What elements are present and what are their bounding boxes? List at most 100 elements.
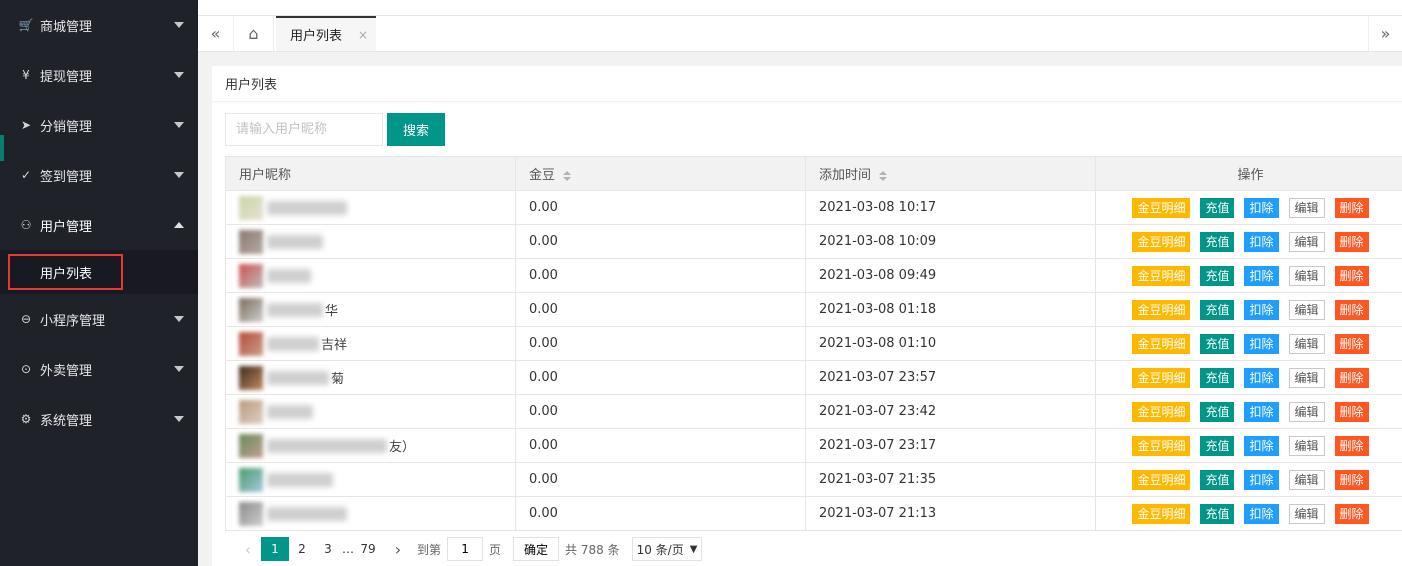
cell-gold: 0.00 (515, 190, 806, 225)
edit-button[interactable]: 编辑 (1288, 469, 1325, 490)
deduct-button[interactable]: 扣除 (1244, 197, 1279, 218)
gold-detail-button[interactable]: 金豆明细 (1132, 265, 1191, 286)
sidebar-item-6[interactable]: ⊙ 外卖管理 (0, 344, 198, 394)
sidebar-item-1[interactable]: ¥ 提现管理 (0, 50, 198, 100)
edit-button[interactable]: 编辑 (1288, 265, 1325, 286)
deduct-button[interactable]: 扣除 (1244, 367, 1279, 388)
blurred-nickname (267, 438, 387, 453)
sidebar-item-label: 签到管理 (40, 169, 93, 185)
deduct-button[interactable]: 扣除 (1244, 503, 1279, 524)
gold-detail-button[interactable]: 金豆明细 (1132, 197, 1191, 218)
goto-confirm-button[interactable]: 确定 (513, 537, 560, 561)
cell-nickname: 吉祥 (225, 326, 516, 361)
deduct-button[interactable]: 扣除 (1244, 401, 1279, 422)
edit-button[interactable]: 编辑 (1288, 333, 1325, 354)
delete-button[interactable]: 删除 (1334, 401, 1369, 422)
delete-button[interactable]: 删除 (1334, 299, 1369, 320)
edit-button[interactable]: 编辑 (1288, 231, 1325, 252)
sidebar-item-0[interactable]: 🛒 商城管理 (0, 0, 198, 50)
delete-button[interactable]: 删除 (1334, 503, 1369, 524)
sidebar-item-label: 用户管理 (40, 219, 93, 235)
deduct-button[interactable]: 扣除 (1244, 231, 1279, 252)
sidebar-item-7[interactable]: ⚙ 系统管理 (0, 394, 198, 444)
tab-scroll-left-icon[interactable]: « (198, 16, 234, 51)
edit-button[interactable]: 编辑 (1288, 197, 1325, 218)
deduct-button[interactable]: 扣除 (1244, 299, 1279, 320)
recharge-button[interactable]: 充值 (1200, 469, 1235, 490)
delete-button[interactable]: 删除 (1334, 367, 1369, 388)
recharge-button[interactable]: 充值 (1200, 401, 1235, 422)
avatar (239, 501, 263, 526)
recharge-button[interactable]: 充值 (1200, 197, 1235, 218)
page-last[interactable]: 79 (355, 537, 381, 561)
cell-added-time: 2021-03-07 21:35 (805, 462, 1096, 497)
submenu-item-user-list[interactable]: 用户列表 (8, 254, 123, 290)
sidebar-item-5[interactable]: ⊖ 小程序管理 (0, 294, 198, 344)
cell-added-time: 2021-03-08 10:09 (805, 224, 1096, 259)
avatar (239, 263, 263, 288)
tab-scroll-right-icon[interactable]: » (1368, 16, 1402, 51)
delete-button[interactable]: 删除 (1334, 435, 1369, 456)
recharge-button[interactable]: 充值 (1200, 231, 1235, 252)
page-2[interactable]: 2 (289, 537, 315, 561)
col-gold[interactable]: 金豆 (515, 156, 806, 191)
nickname-search-input[interactable] (225, 113, 383, 146)
recharge-button[interactable]: 充值 (1200, 265, 1235, 286)
deduct-button[interactable]: 扣除 (1244, 435, 1279, 456)
sidebar-item-label: 外卖管理 (40, 363, 93, 379)
cell-nickname: 友） (225, 428, 516, 463)
delete-button[interactable]: 删除 (1334, 197, 1369, 218)
edit-button[interactable]: 编辑 (1288, 503, 1325, 524)
deduct-button[interactable]: 扣除 (1244, 469, 1279, 490)
delete-button[interactable]: 删除 (1334, 469, 1369, 490)
cell-gold: 0.00 (515, 292, 806, 327)
close-icon[interactable]: × (358, 28, 368, 42)
edit-button[interactable]: 编辑 (1288, 299, 1325, 320)
chevron-down-icon (174, 366, 184, 372)
edit-button[interactable]: 编辑 (1288, 435, 1325, 456)
edit-button[interactable]: 编辑 (1288, 401, 1325, 422)
recharge-button[interactable]: 充值 (1200, 435, 1235, 456)
search-button[interactable]: 搜索 (387, 113, 445, 146)
edit-button[interactable]: 编辑 (1288, 367, 1325, 388)
tab-user-list[interactable]: 用户列表 × (276, 16, 376, 51)
next-page-icon[interactable]: › (385, 537, 411, 561)
sidebar-item-label: 商城管理 (40, 19, 93, 35)
gold-detail-button[interactable]: 金豆明细 (1132, 367, 1191, 388)
gold-detail-button[interactable]: 金豆明细 (1132, 333, 1191, 354)
blurred-nickname (267, 302, 323, 317)
sidebar-item-3[interactable]: ✓ 签到管理 (0, 150, 198, 200)
gold-detail-button[interactable]: 金豆明细 (1132, 503, 1191, 524)
delete-button[interactable]: 删除 (1334, 231, 1369, 252)
recharge-button[interactable]: 充值 (1200, 333, 1235, 354)
gold-detail-button[interactable]: 金豆明细 (1132, 469, 1191, 490)
prev-page-icon[interactable]: ‹ (235, 537, 261, 561)
gold-detail-button[interactable]: 金豆明细 (1132, 435, 1191, 456)
goto-page-input[interactable] (447, 537, 484, 561)
cell-gold: 0.00 (515, 428, 806, 463)
sort-icon[interactable] (563, 170, 572, 181)
user-submenu: 用户列表 (0, 250, 198, 294)
recharge-button[interactable]: 充值 (1200, 367, 1235, 388)
blurred-nickname (267, 370, 329, 385)
gold-detail-button[interactable]: 金豆明细 (1132, 299, 1191, 320)
recharge-button[interactable]: 充值 (1200, 503, 1235, 524)
tab-bar: « ⌂ 用户列表 × » (198, 16, 1402, 52)
col-added-time[interactable]: 添加时间 (805, 156, 1096, 191)
sidebar-item-2[interactable]: ➤ 分销管理 (0, 100, 198, 150)
cart-icon: 🛒 (18, 18, 34, 32)
sidebar-item-4[interactable]: ⚇ 用户管理 (0, 200, 198, 250)
sort-icon[interactable] (879, 170, 888, 181)
page-3[interactable]: 3 (315, 537, 341, 561)
page-size-select[interactable]: 10 条/页 ▼ (631, 537, 703, 561)
recharge-button[interactable]: 充值 (1200, 299, 1235, 320)
page-1[interactable]: 1 (261, 537, 289, 561)
gold-detail-button[interactable]: 金豆明细 (1132, 231, 1191, 252)
deduct-button[interactable]: 扣除 (1244, 265, 1279, 286)
delete-button[interactable]: 删除 (1334, 333, 1369, 354)
gold-detail-button[interactable]: 金豆明细 (1132, 401, 1191, 422)
blurred-nickname (267, 472, 333, 487)
delete-button[interactable]: 删除 (1334, 265, 1369, 286)
deduct-button[interactable]: 扣除 (1244, 333, 1279, 354)
home-icon[interactable]: ⌂ (234, 16, 274, 51)
